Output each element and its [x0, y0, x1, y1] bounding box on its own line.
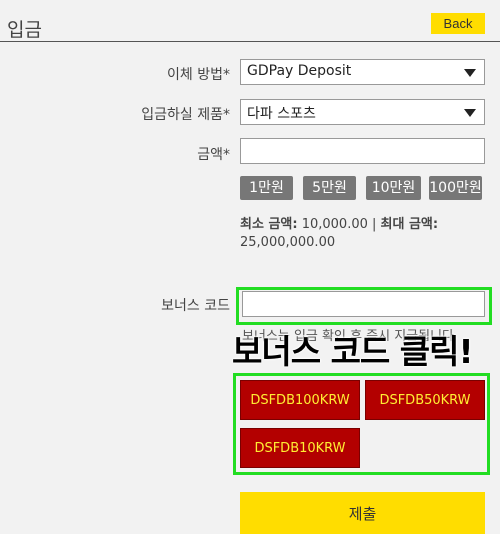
amount-input[interactable] [240, 138, 485, 164]
bonus-code-input[interactable] [242, 291, 485, 317]
transfer-method-value: GDPay Deposit [247, 63, 352, 79]
amount-button-1m[interactable]: 100만원 [429, 176, 482, 200]
submit-button[interactable]: 제출 [240, 492, 485, 534]
min-amount-value: 10,000.00 | [297, 217, 381, 232]
product-select[interactable]: 다파 스포츠 [240, 99, 485, 125]
amount-button-50k[interactable]: 5만원 [303, 176, 356, 200]
min-amount-label: 최소 금액: [240, 217, 298, 232]
amount-button-10k[interactable]: 1만원 [240, 176, 293, 200]
amount-label: 금액* [197, 147, 230, 163]
back-button[interactable]: Back [431, 13, 485, 34]
bonus-code-label: 보너스 코드 [161, 298, 230, 314]
amount-button-100k[interactable]: 10만원 [366, 176, 421, 200]
bonus-code-button-10[interactable]: DSFDB10KRW [240, 428, 360, 468]
amount-limits: 최소 금액: 10,000.00 | 최대 금액: 25,000,000.00 [240, 216, 480, 252]
product-label: 입금하실 제품* [141, 107, 230, 123]
bonus-click-overlay: 보너스 코드 클릭! [232, 332, 474, 371]
transfer-method-label: 이체 방법* [167, 67, 230, 83]
chevron-down-icon [464, 109, 476, 117]
page-title: 입금 [7, 19, 42, 41]
max-amount-value: 25,000,000.00 [240, 235, 336, 250]
max-amount-label: 최대 금액: [380, 217, 439, 232]
bonus-code-button-50[interactable]: DSFDB50KRW [365, 380, 485, 420]
header-divider [0, 41, 500, 42]
product-value: 다파 스포츠 [247, 106, 316, 122]
bonus-code-button-100[interactable]: DSFDB100KRW [240, 380, 360, 420]
chevron-down-icon [464, 69, 476, 77]
transfer-method-select[interactable]: GDPay Deposit [240, 59, 485, 85]
